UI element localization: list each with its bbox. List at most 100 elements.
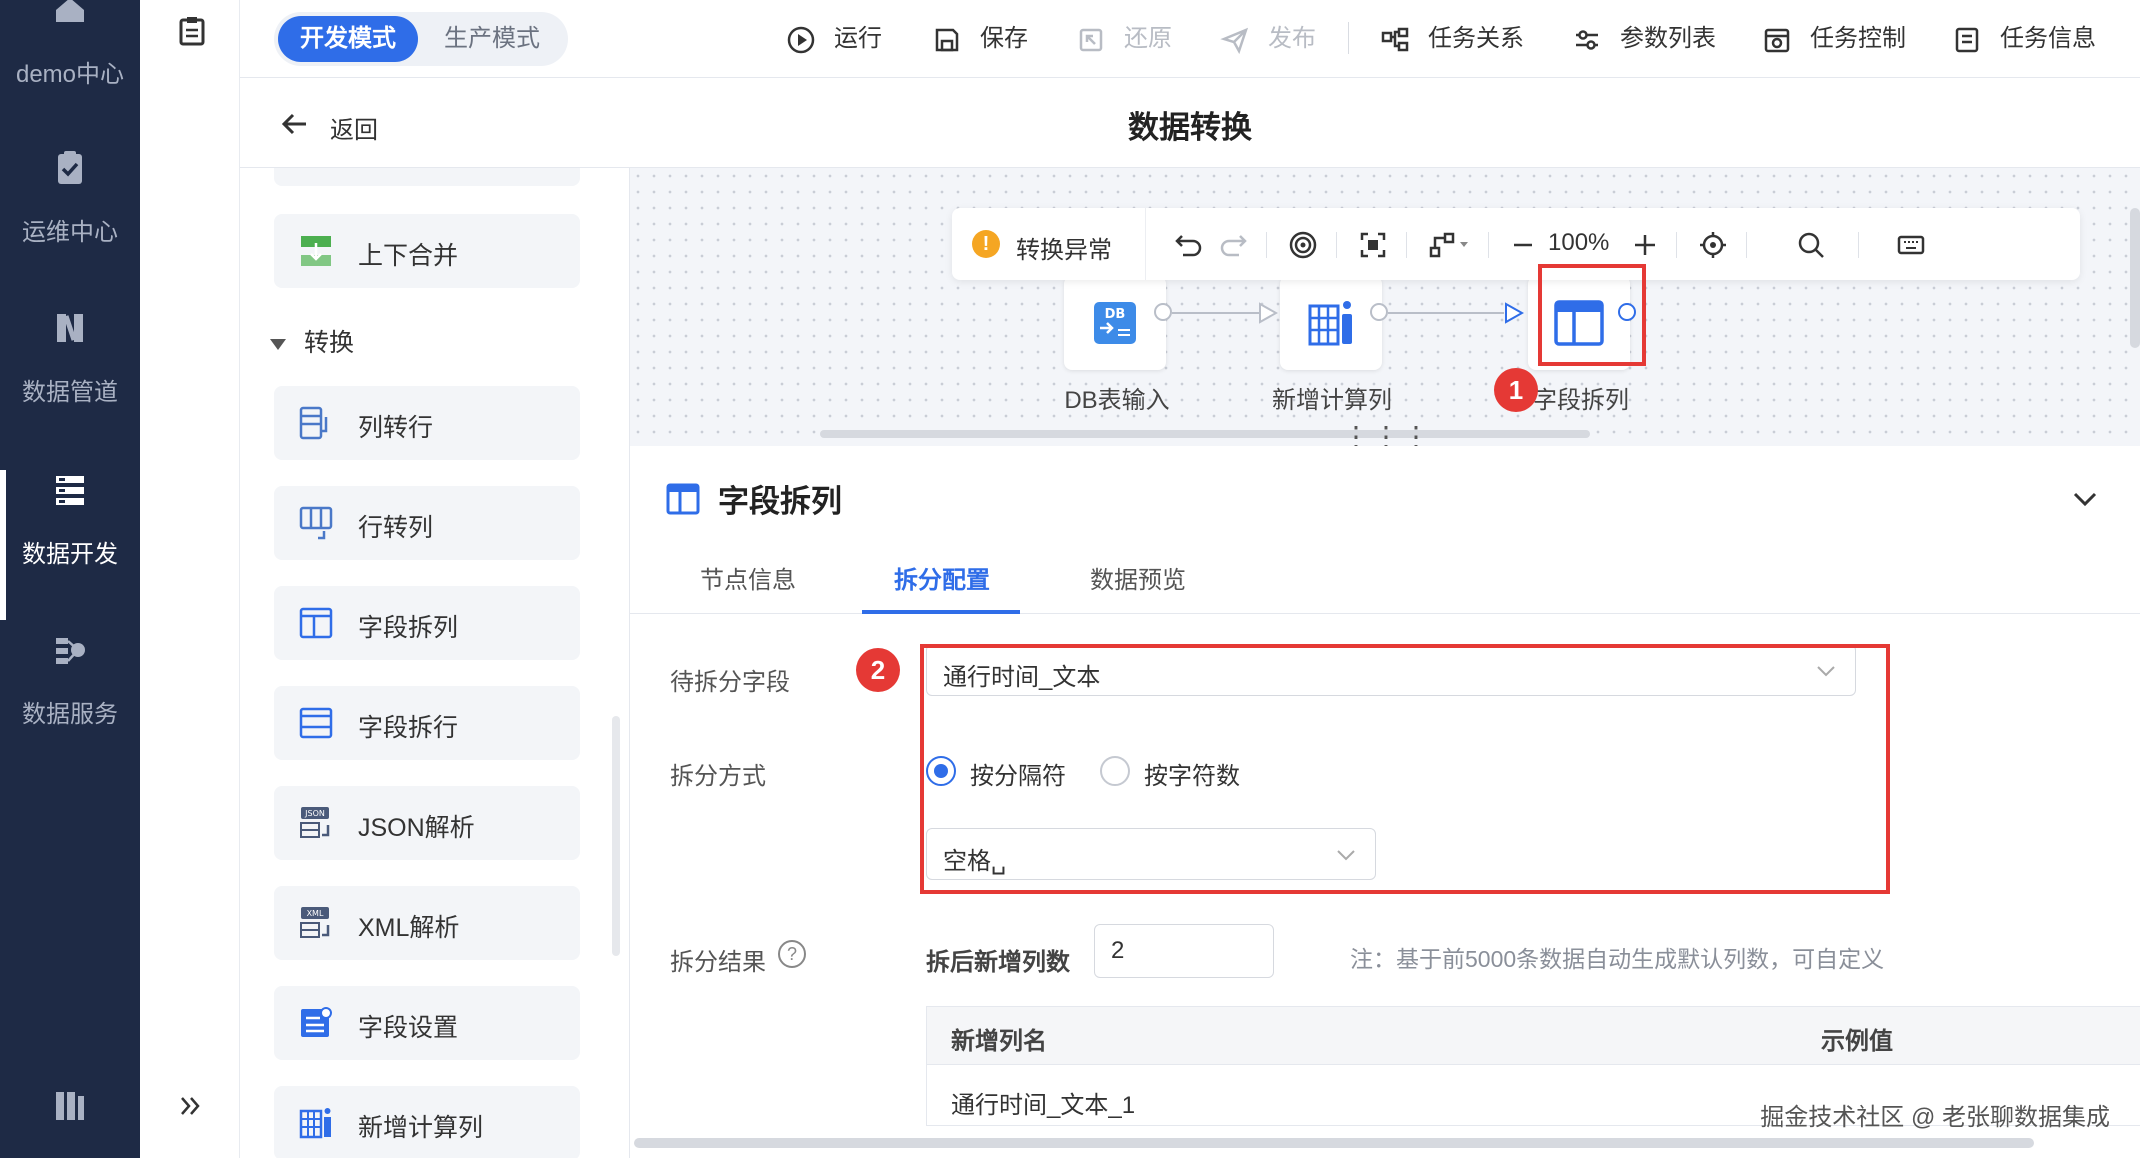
newcols-label: 拆后新增列数 [926,949,1070,976]
component-item-row-to-column[interactable]: 行转列 [274,486,580,560]
canvas-vertical-scrollbar[interactable] [2130,208,2140,348]
output-port[interactable] [1370,303,1388,321]
toolbar-divider [1858,232,1859,258]
zoom-out-icon[interactable] [1508,230,1538,260]
component-item-column-to-row[interactable]: 列转行 [274,386,580,460]
param-list-label: 参数列表 [1620,25,1716,52]
chevron-down-icon[interactable] [2070,484,2100,514]
tab-split-config[interactable]: 拆分配置 [894,560,990,614]
clipboard-list-icon[interactable] [178,16,206,46]
arrow-head-icon [1505,302,1524,324]
split-column-icon [299,607,333,639]
table-header: 新增列名 示例值 [927,1007,2140,1065]
flow-edge [1388,312,1504,314]
row-to-column-icon [299,506,333,540]
help-icon[interactable]: ? [778,940,806,968]
svg-text:DB: DB [1105,307,1126,322]
undo-icon[interactable] [1174,230,1204,260]
zoom-in-icon[interactable] [1630,230,1660,260]
canvas-toolbar: ! 转换异常 100% [952,208,2080,280]
nav-item-data-dev[interactable]: 数据开发 [0,470,140,620]
restore-label: 还原 [1124,25,1172,52]
component-label: 字段拆列 [358,614,459,642]
annotation-badge-2: 2 [856,648,900,692]
tab-data-preview[interactable]: 数据预览 [1090,560,1186,614]
component-label: 字段拆行 [358,714,459,742]
warning-icon: ! [972,230,1000,258]
zoom-level: 100% [1548,229,1610,256]
config-horizontal-scrollbar[interactable] [634,1138,2034,1148]
nav-item-pipeline[interactable]: 数据管道 [0,308,140,458]
component-item-json-parse[interactable]: JSON JSON解析 [274,786,580,860]
dev-mode-button[interactable]: 开发模式 [278,16,418,62]
redo-icon[interactable] [1218,230,1248,260]
task-control-label: 任务控制 [1810,25,1906,52]
component-panel: 上下合并 转换 列转行 行转列 字段拆列 字段拆行 JSON JSON解析 XM… [240,168,630,1158]
flow-node-add-calc-column[interactable] [1280,276,1382,370]
calc-column-icon [299,1108,331,1139]
play-circle-icon [787,26,815,54]
xml-parse-icon: XML [300,907,330,938]
component-item-partial[interactable] [274,168,580,186]
component-item-field-settings[interactable]: 字段设置 [274,986,580,1060]
toolbar-divider [1406,232,1407,258]
arrow-head-icon [1259,302,1278,324]
locate-icon[interactable] [1698,230,1728,260]
publish-label: 发布 [1268,25,1316,52]
keyboard-icon[interactable] [1896,230,1926,260]
layout-dropdown-icon[interactable] [1428,230,1472,260]
flow-edge [1172,312,1262,314]
column-header-new-name: 新增列名 [951,1028,1047,1055]
run-label: 运行 [834,25,882,52]
column-header-sample-value: 示例值 [1821,1028,1893,1055]
component-label: JSON解析 [358,814,475,842]
group-transform-header[interactable]: 转换 [270,323,354,359]
component-item-xml-parse[interactable]: XML XML解析 [274,886,580,960]
table-cell-new-name[interactable]: 通行时间_文本_1 [951,1085,1135,1120]
split-column-icon [666,483,700,515]
nav-item-ops-center[interactable]: 运维中心 [0,148,140,298]
svg-text:XML: XML [307,909,324,918]
panel-scrollbar[interactable] [612,716,620,956]
conversion-warning-button[interactable]: ! 转换异常 [952,208,1146,280]
flow-node-db-input[interactable]: DB [1064,276,1166,370]
newcols-note: 注：基于前5000条数据自动生成默认列数，可自定义 [1350,946,1885,972]
fit-view-icon[interactable] [1358,230,1388,260]
nav-item-label: demo中心 [15,61,125,88]
main-nav: demo中心 运维中心 数据管道 数据开发 数据服务 [0,0,140,1158]
group-label: 转换 [304,329,355,357]
output-port[interactable] [1154,303,1172,321]
newcols-value: 2 [1111,937,1125,964]
book-icon[interactable] [50,1086,90,1126]
component-item-field-split-column[interactable]: 字段拆列 [274,586,580,660]
component-item-field-split-row[interactable]: 字段拆行 [274,686,580,760]
tab-node-info[interactable]: 节点信息 [700,560,796,614]
split-row-icon [299,707,333,739]
newcols-input[interactable]: 2 [1094,924,1274,978]
prod-mode-button[interactable]: 生产模式 [420,16,564,62]
fingerprint-icon[interactable] [1288,230,1318,260]
title-bar: 返回 数据转换 [240,78,2140,168]
nav-item-label: 数据开发 [22,541,118,568]
flow-canvas[interactable]: DB DB表输入 新增计算列 字段拆列 ! 转换异常 100% [630,168,2140,446]
search-icon[interactable] [1796,230,1826,260]
task-info-label: 任务信息 [2000,25,2096,52]
toolbar-divider [1488,232,1489,258]
top-toolbar: 开发模式 生产模式 运行 保存 还原 发布 任务关系 参数列表 任务控制 任务信… [240,0,2140,78]
nav-item-demo-center[interactable]: demo中心 [0,0,140,140]
double-chevron-right-icon[interactable] [178,1094,202,1118]
nav-item-data-service[interactable]: 数据服务 [0,630,140,780]
db-input-icon: DB [1094,302,1136,344]
data-dev-icon [56,476,84,505]
nav-item-label: 运维中心 [22,219,118,246]
canvas-horizontal-scrollbar[interactable] [820,430,1590,438]
svg-text:JSON: JSON [304,809,325,818]
document-icon [1955,27,1979,53]
component-item-add-calc-column[interactable]: 新增计算列 [274,1086,580,1158]
component-item-vertical-merge[interactable]: 上下合并 [274,214,580,288]
component-label: 字段设置 [358,1014,459,1042]
hierarchy-icon [1381,27,1409,52]
active-tab-indicator [862,610,1020,614]
toolbar-divider [1676,232,1677,258]
clipboard-check-icon [58,151,82,184]
